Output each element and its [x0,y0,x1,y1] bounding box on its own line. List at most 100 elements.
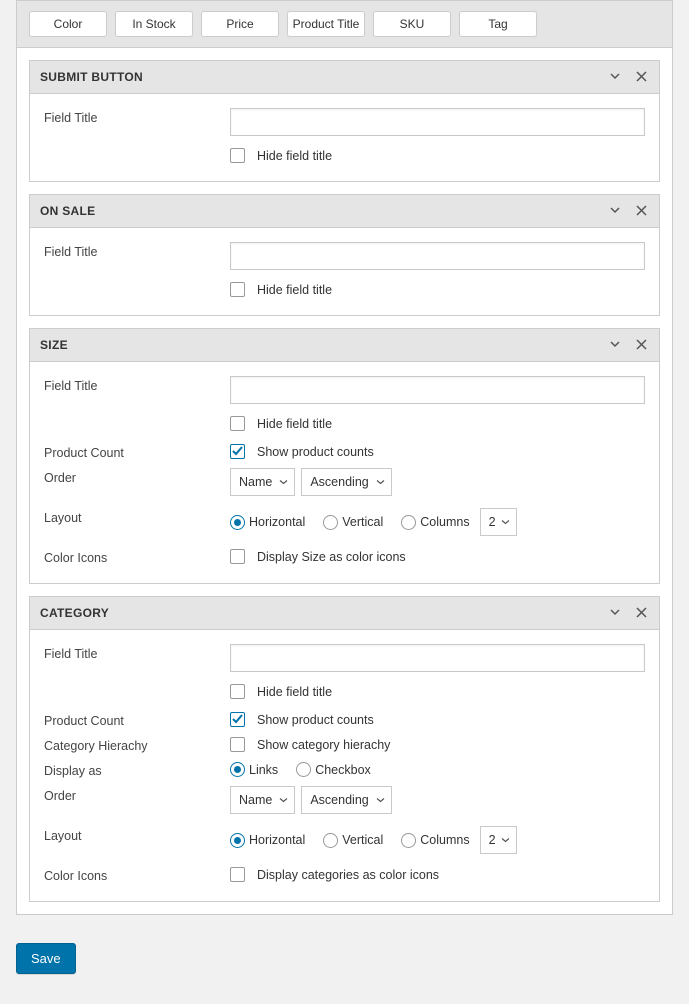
field-title-input[interactable] [230,644,645,672]
order-direction-select[interactable]: Ascending [301,786,391,814]
panel-size: SIZE Field Title Hide field title [29,328,660,584]
hide-field-title-label[interactable]: Hide field title [257,149,332,163]
select-value: Ascending [310,475,368,489]
chevron-down-icon [501,836,510,845]
select-value: 2 [489,833,496,847]
panel-title: SIZE [40,338,607,352]
save-button[interactable]: Save [16,943,76,974]
layout-horizontal-radio[interactable] [230,833,245,848]
panel-header: SUBMIT BUTTON [30,61,659,94]
show-product-counts-checkbox[interactable] [230,444,245,459]
toolbar-button-price[interactable]: Price [201,11,279,37]
order-direction-select[interactable]: Ascending [301,468,391,496]
show-category-hierarchy-label[interactable]: Show category hierachy [257,738,390,752]
show-product-counts-checkbox[interactable] [230,712,245,727]
layout-vertical-label[interactable]: Vertical [342,515,383,529]
columns-count-select[interactable]: 2 [480,508,517,536]
color-icons-checkbox[interactable] [230,867,245,882]
collapse-toggle[interactable] [607,337,623,353]
remove-panel[interactable] [633,337,649,353]
chevron-down-icon [609,204,621,219]
show-category-hierarchy-checkbox[interactable] [230,737,245,752]
select-value: Ascending [310,793,368,807]
layout-columns-radio[interactable] [401,833,416,848]
display-as-links-label[interactable]: Links [249,763,278,777]
remove-panel[interactable] [633,203,649,219]
panel-header: CATEGORY [30,597,659,630]
hide-field-title-checkbox[interactable] [230,416,245,431]
toolbar-button-sku[interactable]: SKU [373,11,451,37]
settings-container: Color In Stock Price Product Title SKU T… [16,0,673,915]
close-icon [636,338,647,353]
toolbar-button-color[interactable]: Color [29,11,107,37]
panel-category: CATEGORY Field Title Hide field title [29,596,660,902]
layout-columns-label[interactable]: Columns [420,515,469,529]
layout-vertical-radio[interactable] [323,833,338,848]
select-value: Name [239,793,272,807]
layout-horizontal-label[interactable]: Horizontal [249,515,305,529]
panel-submit-button: SUBMIT BUTTON Field Title [29,60,660,182]
hide-field-title-checkbox[interactable] [230,148,245,163]
layout-vertical-radio[interactable] [323,515,338,530]
label-display-as: Display as [44,761,230,778]
layout-horizontal-label[interactable]: Horizontal [249,833,305,847]
label-field-title: Field Title [44,242,230,259]
order-by-select[interactable]: Name [230,786,295,814]
panel-title: ON SALE [40,204,607,218]
chevron-down-icon [279,796,288,805]
panels-wrapper: SUBMIT BUTTON Field Title [17,48,672,914]
label-order: Order [44,786,230,803]
panel-title: CATEGORY [40,606,607,620]
order-by-select[interactable]: Name [230,468,295,496]
chevron-down-icon [609,338,621,353]
hide-field-title-checkbox[interactable] [230,684,245,699]
columns-count-select[interactable]: 2 [480,826,517,854]
color-icons-label[interactable]: Display categories as color icons [257,868,439,882]
show-product-counts-label[interactable]: Show product counts [257,713,374,727]
remove-panel[interactable] [633,69,649,85]
display-as-checkbox-radio[interactable] [296,762,311,777]
show-product-counts-label[interactable]: Show product counts [257,445,374,459]
field-type-toolbar: Color In Stock Price Product Title SKU T… [17,1,672,48]
label-layout: Layout [44,826,230,843]
close-icon [636,606,647,621]
toolbar-button-product-title[interactable]: Product Title [287,11,365,37]
field-title-input[interactable] [230,242,645,270]
hide-field-title-label[interactable]: Hide field title [257,417,332,431]
toolbar-button-tag[interactable]: Tag [459,11,537,37]
collapse-toggle[interactable] [607,605,623,621]
collapse-toggle[interactable] [607,203,623,219]
color-icons-checkbox[interactable] [230,549,245,564]
label-color-icons: Color Icons [44,866,230,883]
select-value: 2 [489,515,496,529]
field-title-input[interactable] [230,108,645,136]
display-as-links-radio[interactable] [230,762,245,777]
layout-columns-label[interactable]: Columns [420,833,469,847]
layout-horizontal-radio[interactable] [230,515,245,530]
toolbar-button-in-stock[interactable]: In Stock [115,11,193,37]
close-icon [636,204,647,219]
panel-on-sale: ON SALE Field Title Hide field title [29,194,660,316]
layout-vertical-label[interactable]: Vertical [342,833,383,847]
chevron-down-icon [376,796,385,805]
chevron-down-icon [376,478,385,487]
remove-panel[interactable] [633,605,649,621]
color-icons-label[interactable]: Display Size as color icons [257,550,406,564]
hide-field-title-label[interactable]: Hide field title [257,283,332,297]
field-title-input[interactable] [230,376,645,404]
hide-field-title-label[interactable]: Hide field title [257,685,332,699]
display-as-checkbox-label[interactable]: Checkbox [315,763,371,777]
label-product-count: Product Count [44,711,230,728]
collapse-toggle[interactable] [607,69,623,85]
close-icon [636,70,647,85]
chevron-down-icon [609,70,621,85]
panel-title: SUBMIT BUTTON [40,70,607,84]
label-order: Order [44,468,230,485]
chevron-down-icon [501,518,510,527]
panel-header: ON SALE [30,195,659,228]
chevron-down-icon [609,606,621,621]
chevron-down-icon [279,478,288,487]
label-color-icons: Color Icons [44,548,230,565]
hide-field-title-checkbox[interactable] [230,282,245,297]
layout-columns-radio[interactable] [401,515,416,530]
